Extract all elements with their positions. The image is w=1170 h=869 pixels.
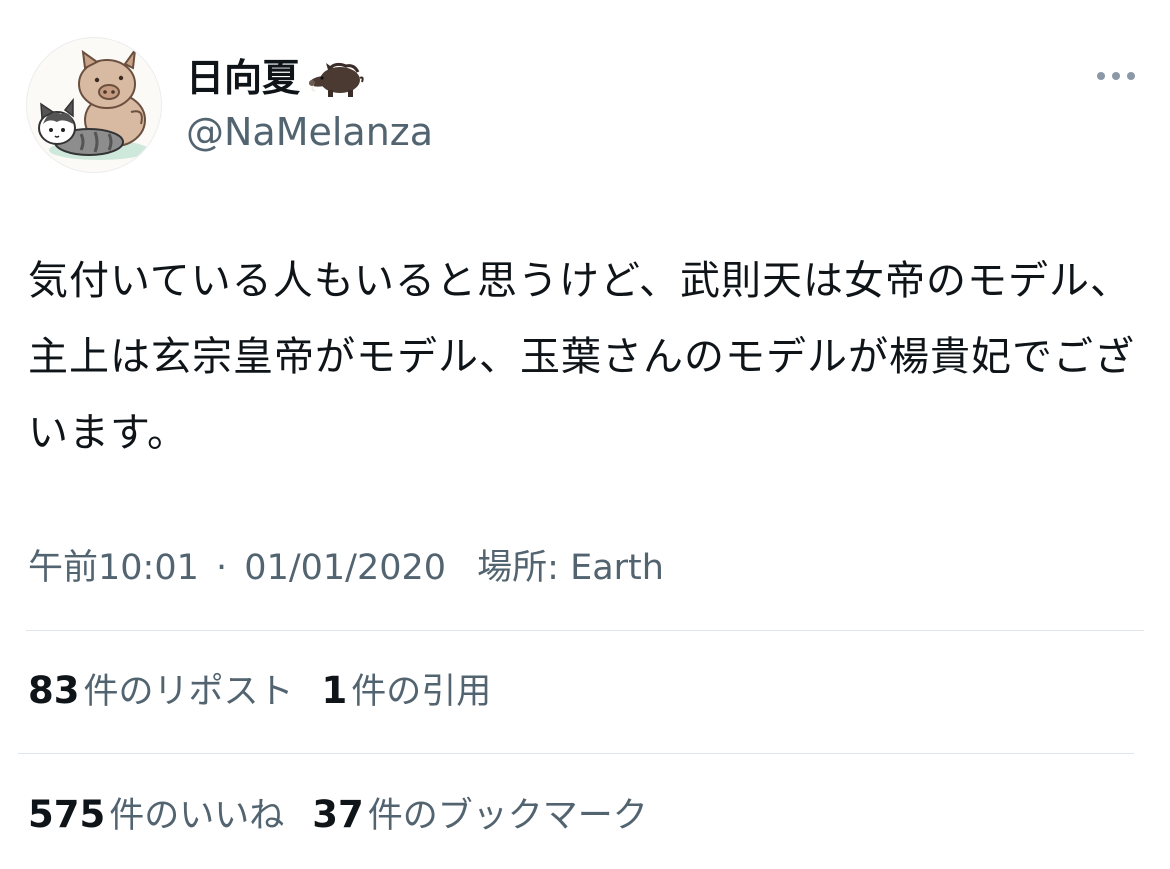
stats-row-reposts-quotes: 83 件のリポスト 1 件の引用 <box>28 668 491 715</box>
reposts-count: 83 <box>28 669 80 712</box>
author-name-text: 日向夏 <box>186 56 301 100</box>
tweet-date[interactable]: 01/01/2020 <box>244 548 446 588</box>
avatar-illustration <box>27 38 161 172</box>
boar-icon <box>306 58 364 98</box>
tweet-meta: 午前10:01 · 01/01/2020 場所: Earth <box>28 545 664 591</box>
tweet-time[interactable]: 午前10:01 <box>28 548 199 588</box>
more-options-button[interactable] <box>1088 58 1144 94</box>
divider <box>26 630 1144 631</box>
avatar[interactable] <box>26 37 162 173</box>
divider <box>18 753 1134 754</box>
location-value: Earth <box>570 548 664 588</box>
more-dot-icon <box>1097 72 1105 80</box>
location-label: 場所: <box>477 548 559 588</box>
likes-label: 件のいいね <box>109 796 285 836</box>
bookmarks-count: 37 <box>312 793 364 836</box>
quotes-stat[interactable]: 1 件の引用 <box>322 668 492 715</box>
meta-separator: · <box>216 548 228 588</box>
more-dot-icon <box>1112 72 1120 80</box>
author-handle[interactable]: @NaMelanza <box>186 108 433 156</box>
author-display-name[interactable]: 日向夏 <box>186 54 364 102</box>
more-dot-icon <box>1127 72 1135 80</box>
bookmarks-stat[interactable]: 37 件のブックマーク <box>312 792 648 839</box>
tweet-text: 気付いている人もいると思うけど、武則天は女帝のモデル、主上は玄宗皇帝がモデル、玉… <box>28 258 1135 456</box>
stats-row-likes-bookmarks: 575 件のいいね 37 件のブックマーク <box>28 792 648 839</box>
quotes-count: 1 <box>321 669 348 712</box>
bookmarks-label: 件のブックマーク <box>367 796 648 836</box>
reposts-label: 件のリポスト <box>83 672 294 712</box>
likes-stat[interactable]: 575 件のいいね <box>28 792 284 839</box>
likes-count: 575 <box>28 793 106 836</box>
quotes-label: 件の引用 <box>351 672 492 712</box>
reposts-stat[interactable]: 83 件のリポスト <box>28 668 294 715</box>
